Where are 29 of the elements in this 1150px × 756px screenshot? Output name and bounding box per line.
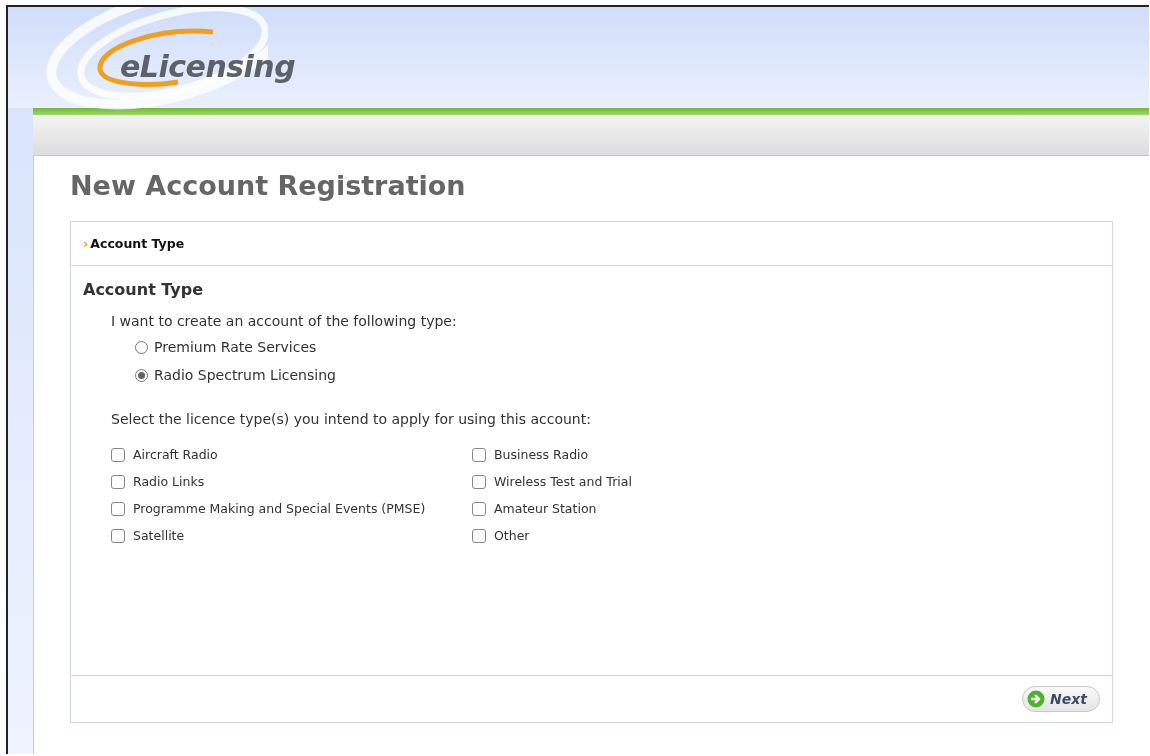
- checkbox-option[interactable]: Radio Links: [111, 474, 472, 489]
- radio-button[interactable]: [135, 368, 148, 382]
- licence-prompt: Select the licence type(s) you intend to apply for using this account:: [111, 411, 592, 427]
- checkbox[interactable]: [472, 474, 486, 489]
- checkbox-option[interactable]: Programme Making and Special Events (PMSE): [111, 501, 472, 516]
- next-button[interactable]: Next: [1022, 686, 1100, 712]
- checkbox-option[interactable]: Amateur Station: [472, 501, 1100, 516]
- checkbox[interactable]: [472, 447, 486, 462]
- checkbox-option[interactable]: Business Radio: [472, 447, 1100, 462]
- checkbox[interactable]: [111, 528, 125, 543]
- arrow-right-icon: [1027, 690, 1046, 708]
- checkbox[interactable]: [111, 501, 125, 516]
- checkbox-option[interactable]: Wireless Test and Trial: [472, 474, 1100, 489]
- checkbox[interactable]: [472, 528, 486, 543]
- breadcrumb-label: Account Type: [90, 236, 185, 251]
- page-title: New Account Registration: [70, 170, 467, 201]
- radio-button[interactable]: [135, 340, 148, 354]
- checkbox-option[interactable]: Satellite: [111, 528, 472, 543]
- checkbox[interactable]: [472, 501, 486, 516]
- section-title: Account Type: [83, 280, 205, 299]
- checkbox-option[interactable]: Aircraft Radio: [111, 447, 472, 462]
- checkbox[interactable]: [111, 474, 125, 489]
- checkbox-option[interactable]: Other: [472, 528, 1100, 543]
- chevron-icon: ›: [83, 236, 89, 251]
- account-prompt: I want to create an account of the following type:: [111, 313, 458, 329]
- radio-option[interactable]: Premium Rate Services: [135, 339, 1100, 355]
- radio-option[interactable]: Radio Spectrum Licensing: [135, 367, 1100, 383]
- logo-text: eLicensing: [120, 49, 296, 84]
- checkbox[interactable]: [111, 447, 125, 462]
